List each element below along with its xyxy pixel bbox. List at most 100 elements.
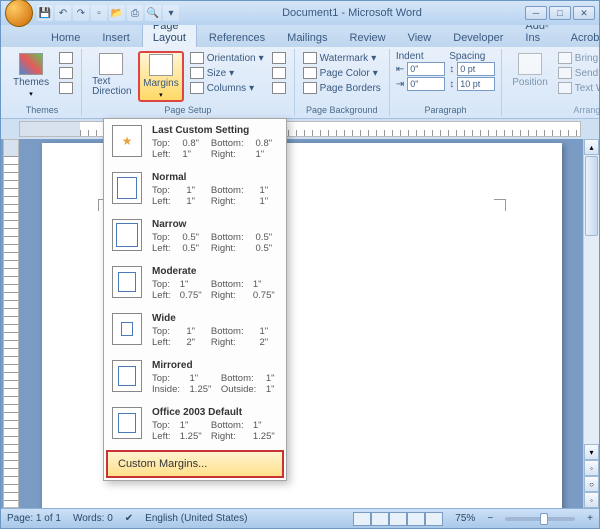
scroll-down-button[interactable]: ▾ xyxy=(584,444,599,460)
view-web-layout[interactable] xyxy=(389,512,407,526)
view-outline[interactable] xyxy=(407,512,425,526)
text-direction-button[interactable]: Text Direction xyxy=(88,51,134,99)
qat-save-icon[interactable]: 💾 xyxy=(37,5,53,21)
margins-button[interactable]: Margins ▾ xyxy=(138,51,184,102)
chevron-down-icon: ▾ xyxy=(159,91,163,99)
margin-option-narrow[interactable]: NarrowTop:0.5"Bottom:0.5"Left:0.5"Right:… xyxy=(104,213,286,260)
margin-option-wide[interactable]: WideTop:1"Bottom:1"Left:2"Right:2" xyxy=(104,307,286,354)
vertical-ruler[interactable] xyxy=(3,139,19,508)
tab-acrobat[interactable]: Acrobat xyxy=(561,29,600,47)
fonts-icon xyxy=(59,67,73,79)
chevron-down-icon: ▾ xyxy=(29,90,33,98)
custom-margins-button[interactable]: Custom Margins... xyxy=(106,450,284,478)
window-controls: ─ □ ✕ xyxy=(525,6,595,20)
colors-icon xyxy=(59,52,73,64)
theme-fonts-button[interactable] xyxy=(57,66,75,80)
view-buttons xyxy=(353,512,443,526)
breaks-button[interactable] xyxy=(270,51,288,65)
watermark-button[interactable]: Watermark ▾ xyxy=(301,51,383,65)
tab-references[interactable]: References xyxy=(199,29,275,47)
tab-home[interactable]: Home xyxy=(41,29,90,47)
indent-left-input[interactable]: 0" xyxy=(407,62,445,76)
spacing-after-icon: ↕ xyxy=(449,79,454,90)
tab-developer[interactable]: Developer xyxy=(443,29,513,47)
zoom-out-button[interactable]: − xyxy=(487,513,493,524)
send-back-icon xyxy=(558,67,572,79)
zoom-level[interactable]: 75% xyxy=(455,513,475,524)
zoom-in-button[interactable]: + xyxy=(587,513,593,524)
position-button[interactable]: Position xyxy=(508,51,552,90)
minimize-button[interactable]: ─ xyxy=(525,6,547,20)
text-wrap-icon xyxy=(558,82,572,94)
view-print-layout[interactable] xyxy=(353,512,371,526)
status-language[interactable]: English (United States) xyxy=(145,513,247,524)
margin-option-name: Office 2003 Default xyxy=(152,407,278,418)
margin-thumb-icon xyxy=(112,219,142,251)
vertical-scrollbar[interactable]: ▴ ▾ ◦ ○ ◦ xyxy=(583,139,599,508)
group-paragraph: Indent ⇤0" ⇥0" Spacing ↕0 pt ↕10 pt Para… xyxy=(390,49,502,116)
status-page[interactable]: Page: 1 of 1 xyxy=(7,513,61,524)
spacing-before-input[interactable]: 0 pt xyxy=(457,62,495,76)
browse-select-button[interactable]: ○ xyxy=(584,476,599,492)
themes-button[interactable]: Themes ▾ xyxy=(9,51,53,100)
office-button[interactable] xyxy=(5,0,33,27)
quick-access-toolbar: 💾 ↶ ↷ ▫ 📂 ⎙ 🔍 ▾ xyxy=(37,5,179,21)
size-button[interactable]: Size ▾ xyxy=(188,66,266,80)
scroll-thumb[interactable] xyxy=(585,156,598,236)
qat-preview-icon[interactable]: 🔍 xyxy=(145,5,161,21)
themes-icon xyxy=(19,53,43,75)
tab-insert[interactable]: Insert xyxy=(92,29,140,47)
send-to-back-button[interactable]: Send to Back ▾ xyxy=(556,66,600,80)
theme-colors-button[interactable] xyxy=(57,51,75,65)
margin-option-name: Wide xyxy=(152,313,278,324)
line-numbers-button[interactable] xyxy=(270,66,288,80)
view-full-screen[interactable] xyxy=(371,512,389,526)
margin-option-office-2003-default[interactable]: Office 2003 DefaultTop:1"Bottom:1"Left:1… xyxy=(104,401,286,448)
indent-right-input[interactable]: 0" xyxy=(407,77,445,91)
qat-redo-icon[interactable]: ↷ xyxy=(73,5,89,21)
scroll-up-button[interactable]: ▴ xyxy=(584,139,599,155)
zoom-thumb[interactable] xyxy=(540,513,548,525)
proofing-icon[interactable]: ✔ xyxy=(125,513,133,524)
page-borders-button[interactable]: Page Borders xyxy=(301,81,383,95)
spacing-before-icon: ↕ xyxy=(449,64,454,75)
page-color-button[interactable]: Page Color ▾ xyxy=(301,66,383,80)
indent-label: Indent xyxy=(396,51,445,62)
qat-new-icon[interactable]: ▫ xyxy=(91,5,107,21)
theme-effects-button[interactable] xyxy=(57,81,75,95)
spacing-label: Spacing xyxy=(449,51,495,62)
close-button[interactable]: ✕ xyxy=(573,6,595,20)
qat-open-icon[interactable]: 📂 xyxy=(109,5,125,21)
spacing-after-input[interactable]: 10 pt xyxy=(457,77,495,91)
line-numbers-icon xyxy=(272,67,286,79)
tab-mailings[interactable]: Mailings xyxy=(277,29,337,47)
margin-thumb-icon xyxy=(112,407,142,439)
browse-next-button[interactable]: ◦ xyxy=(584,492,599,508)
scroll-track[interactable] xyxy=(584,237,599,444)
columns-button[interactable]: Columns ▾ xyxy=(188,81,266,95)
zoom-slider[interactable] xyxy=(505,517,575,521)
size-icon xyxy=(190,67,204,79)
margin-option-last-custom-setting[interactable]: Last Custom SettingTop:0.8"Bottom:0.8"Le… xyxy=(104,119,286,166)
status-words[interactable]: Words: 0 xyxy=(73,513,113,524)
group-page-background: Watermark ▾ Page Color ▾ Page Borders Pa… xyxy=(295,49,390,116)
hyphenation-button[interactable] xyxy=(270,81,288,95)
tab-review[interactable]: Review xyxy=(340,29,396,47)
tab-view[interactable]: View xyxy=(398,29,442,47)
text-wrapping-button[interactable]: Text Wrapping ▾ xyxy=(556,81,600,95)
margin-option-moderate[interactable]: ModerateTop:1"Bottom:1"Left:0.75"Right:0… xyxy=(104,260,286,307)
page-color-icon xyxy=(303,67,317,79)
orientation-button[interactable]: Orientation ▾ xyxy=(188,51,266,65)
qat-undo-icon[interactable]: ↶ xyxy=(55,5,71,21)
margin-option-name: Narrow xyxy=(152,219,278,230)
qat-print-icon[interactable]: ⎙ xyxy=(127,5,143,21)
bring-to-front-button[interactable]: Bring to Front ▾ xyxy=(556,51,600,65)
view-draft[interactable] xyxy=(425,512,443,526)
group-themes: Themes ▾ Themes xyxy=(3,49,82,116)
margin-option-mirrored[interactable]: MirroredTop:1"Bottom:1"Inside:1.25"Outsi… xyxy=(104,354,286,401)
qat-more-icon[interactable]: ▾ xyxy=(163,5,179,21)
browse-prev-button[interactable]: ◦ xyxy=(584,460,599,476)
margin-thumb-icon xyxy=(112,266,142,298)
maximize-button[interactable]: □ xyxy=(549,6,571,20)
margin-option-normal[interactable]: NormalTop:1"Bottom:1"Left:1"Right:1" xyxy=(104,166,286,213)
